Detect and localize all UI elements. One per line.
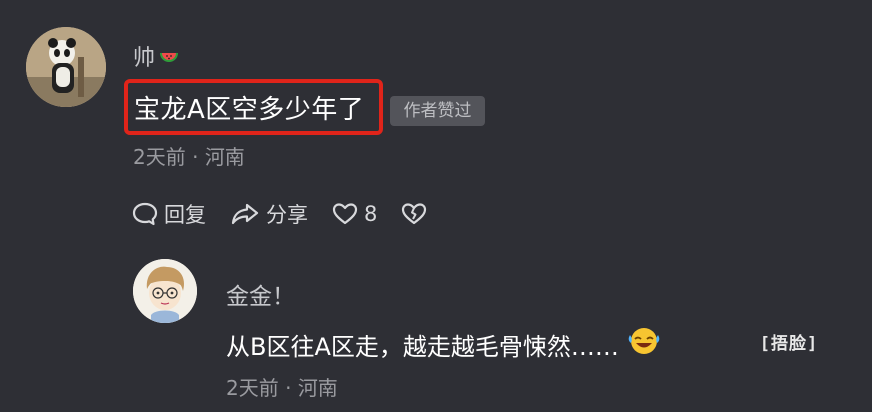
replier-avatar[interactable] [133, 259, 197, 323]
laughing-emoji-icon [627, 326, 661, 362]
comment-text: 宝龙A区空多少年了 [134, 95, 365, 125]
meta-separator: · [192, 145, 199, 169]
panda-avatar-image [26, 27, 106, 107]
share-arrow-icon [231, 203, 259, 225]
like-button[interactable]: 8 [332, 202, 377, 226]
watermelon-icon [159, 47, 179, 72]
reply-meta: 2天前 · 河南 [226, 372, 338, 401]
comment-location: 河南 [204, 145, 245, 169]
chat-bubble-icon [132, 202, 158, 226]
comment-actions: 回复 分享 8 [132, 199, 457, 229]
comment-time: 2天前 [133, 145, 186, 169]
heart-icon [332, 203, 358, 225]
dislike-button[interactable] [401, 202, 433, 226]
reply-body: 从B区往A区走，越走越毛骨悚然…… [226, 326, 661, 362]
broken-heart-icon [402, 203, 427, 225]
reply-time: 2天前 [226, 376, 279, 400]
share-button[interactable]: 分享 [230, 199, 308, 229]
reply-location: 河南 [297, 376, 338, 400]
comment-meta: 2天前 · 河南 [133, 141, 245, 170]
reply-button[interactable]: 回复 [132, 199, 206, 229]
like-count: 8 [364, 202, 378, 226]
reply-text: 从B区往A区走，越走越毛骨悚然…… [226, 332, 619, 361]
author-liked-badge: 作者赞过 [390, 96, 485, 126]
commenter-username[interactable]: 帅 [133, 40, 179, 72]
commenter-username-text[interactable]: 帅 [133, 46, 155, 71]
share-label: 分享 [266, 203, 308, 227]
cartoon-avatar-image [133, 259, 197, 323]
replier-username[interactable]: 金金！ [226, 277, 295, 311]
commenter-avatar[interactable] [26, 27, 106, 107]
sticker-placeholder: [捂脸] [759, 333, 819, 354]
meta-separator: · [285, 376, 292, 400]
reply-label: 回复 [164, 203, 206, 227]
